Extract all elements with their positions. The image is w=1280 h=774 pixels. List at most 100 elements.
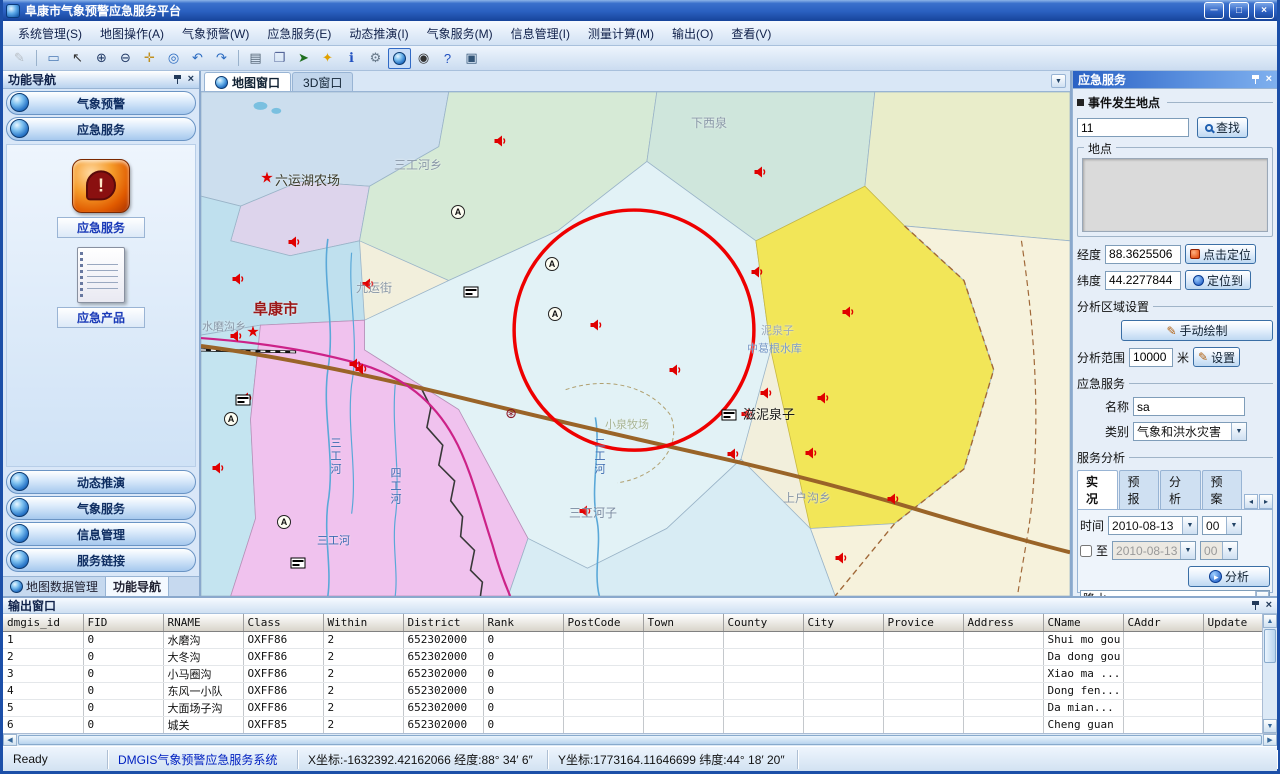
speaker-marker[interactable] — [760, 387, 773, 400]
speaker-marker[interactable] — [751, 266, 764, 279]
column-header[interactable]: FID — [83, 614, 163, 631]
speaker-marker[interactable] — [805, 447, 818, 460]
menu-item[interactable]: 信息管理(I) — [502, 21, 579, 46]
identify-tool[interactable]: ℹ — [340, 48, 363, 69]
scroll-right-icon[interactable] — [1263, 734, 1277, 746]
analysis-tab[interactable]: 预报 — [1119, 470, 1160, 509]
column-header[interactable]: Provice — [883, 614, 963, 631]
pin-icon[interactable] — [1251, 75, 1260, 85]
close-button[interactable]: × — [1254, 2, 1274, 19]
locate-to-button[interactable]: 定位到 — [1185, 270, 1251, 290]
chevron-down-icon[interactable] — [1182, 517, 1197, 534]
column-header[interactable]: Address — [963, 614, 1043, 631]
edit-tool[interactable]: ✎ — [8, 48, 31, 69]
output-vscrollbar[interactable] — [1262, 614, 1277, 733]
scroll-thumb[interactable] — [18, 735, 1262, 745]
speaker-marker[interactable] — [727, 448, 740, 461]
nav-button[interactable]: 应急服务 — [6, 117, 196, 141]
speaker-marker[interactable] — [590, 319, 603, 332]
speaker-marker[interactable] — [669, 364, 682, 377]
speaker-marker[interactable] — [835, 552, 848, 565]
table-row[interactable]: 20大冬沟OXFF8626523020000Da dong gou — [3, 648, 1262, 665]
station-marker[interactable]: A — [548, 307, 562, 321]
service-name-input[interactable] — [1133, 397, 1245, 416]
menu-item[interactable]: 应急服务(E) — [258, 21, 340, 46]
minimize-button[interactable]: ─ — [1204, 2, 1224, 19]
analysis-tab[interactable]: 预案 — [1202, 470, 1243, 509]
station-marker[interactable]: A — [451, 205, 465, 219]
settings-tool[interactable]: ⚙ — [364, 48, 387, 69]
column-header[interactable]: City — [803, 614, 883, 631]
find-button[interactable]: 查找 — [1197, 117, 1248, 138]
visibility-tool[interactable]: ◉ — [412, 48, 435, 69]
zoom-in-tool[interactable]: ⊕ — [90, 48, 113, 69]
map-canvas[interactable]: AAAAA★★⊛六运湖农场三工河乡下西泉阜康市九运街泥泉子中葛根水库滋泥泉子小泉… — [201, 92, 1070, 596]
flag-marker[interactable] — [291, 558, 306, 569]
table-row[interactable]: 50大面场子沟OXFF8626523020000Da mian... — [3, 699, 1262, 716]
table-row[interactable]: 40东风一小队OXFF8626523020000Dong fen... — [3, 682, 1262, 699]
speaker-marker[interactable] — [232, 273, 245, 286]
column-header[interactable]: RNAME — [163, 614, 243, 631]
help-tool[interactable]: ? — [436, 48, 459, 69]
emergency-locate-tool[interactable] — [388, 48, 411, 69]
column-header[interactable]: County — [723, 614, 803, 631]
column-header[interactable]: PostCode — [563, 614, 643, 631]
export-map-tool[interactable]: ▣ — [460, 48, 483, 69]
speaker-marker[interactable] — [288, 236, 301, 249]
start-hour-combo[interactable]: 00 — [1202, 516, 1242, 535]
close-icon[interactable]: × — [1266, 74, 1272, 85]
table-row[interactable]: 10水磨沟OXFF8626523020000Shui mo gou — [3, 631, 1262, 648]
attribute-table-tool[interactable]: ▤ — [244, 48, 267, 69]
speaker-marker[interactable] — [817, 392, 830, 405]
nav-button[interactable]: 动态推演 — [6, 470, 196, 494]
shortcut-label[interactable]: 应急服务 — [57, 217, 145, 238]
shortcut-label[interactable]: 应急产品 — [57, 307, 145, 328]
menu-item[interactable]: 气象预警(W) — [173, 21, 258, 46]
speaker-marker[interactable] — [842, 306, 855, 319]
column-header[interactable]: District — [403, 614, 483, 631]
menu-item[interactable]: 气象服务(M) — [418, 21, 502, 46]
left-panel-tab[interactable]: 地图数据管理 — [3, 577, 106, 596]
scroll-left-icon[interactable] — [3, 734, 17, 746]
tab-3d-window[interactable]: 3D窗口 — [292, 72, 353, 91]
emergency-icon[interactable] — [72, 159, 130, 213]
copy-map-tool[interactable]: ❐ — [268, 48, 291, 69]
manual-draw-button[interactable]: 手动绘制 — [1121, 320, 1273, 341]
station-marker[interactable]: A — [224, 412, 238, 426]
column-header[interactable]: Town — [643, 614, 723, 631]
nav-button[interactable]: 服务链接 — [6, 548, 196, 572]
tab-list-dropdown-icon[interactable] — [1051, 74, 1066, 88]
range-input[interactable] — [1129, 348, 1173, 367]
column-header[interactable]: CAddr — [1123, 614, 1203, 631]
to-checkbox[interactable] — [1080, 545, 1092, 557]
column-header[interactable]: Update — [1203, 614, 1262, 631]
menu-item[interactable]: 动态推演(I) — [340, 21, 417, 46]
analyze-button[interactable]: 分析 — [1188, 566, 1270, 587]
speaker-marker[interactable] — [887, 493, 900, 506]
station-marker[interactable]: A — [277, 515, 291, 529]
longitude-input[interactable] — [1105, 245, 1181, 264]
latitude-input[interactable] — [1105, 271, 1181, 290]
scroll-thumb[interactable] — [1264, 629, 1276, 663]
station-marker[interactable]: A — [545, 257, 559, 271]
nav-button[interactable]: 信息管理 — [6, 522, 196, 546]
forward-extent-tool[interactable]: ↷ — [210, 48, 233, 69]
nav-button[interactable]: 气象预警 — [6, 91, 196, 115]
menu-item[interactable]: 查看(V) — [722, 21, 780, 46]
flag-marker[interactable] — [464, 287, 479, 298]
column-header[interactable]: CName — [1043, 614, 1123, 631]
flag-marker[interactable] — [236, 395, 251, 406]
left-panel-tab[interactable]: 功能导航 — [106, 577, 169, 596]
speaker-marker[interactable] — [355, 363, 368, 376]
analysis-tab[interactable]: 实况 — [1077, 470, 1118, 509]
restore-button[interactable]: □ — [1229, 2, 1249, 19]
speaker-marker[interactable] — [212, 462, 225, 475]
chevron-down-icon[interactable] — [1222, 542, 1237, 559]
close-icon[interactable]: × — [1266, 600, 1272, 611]
menu-item[interactable]: 输出(O) — [663, 21, 722, 46]
start-date-combo[interactable]: 2010-08-13 — [1108, 516, 1198, 535]
table-row[interactable]: 60城关OXFF8526523020000Cheng guan — [3, 716, 1262, 733]
select-arrow-tool[interactable]: ➤ — [292, 48, 315, 69]
speaker-marker[interactable] — [754, 166, 767, 179]
menu-item[interactable]: 系统管理(S) — [9, 21, 91, 46]
